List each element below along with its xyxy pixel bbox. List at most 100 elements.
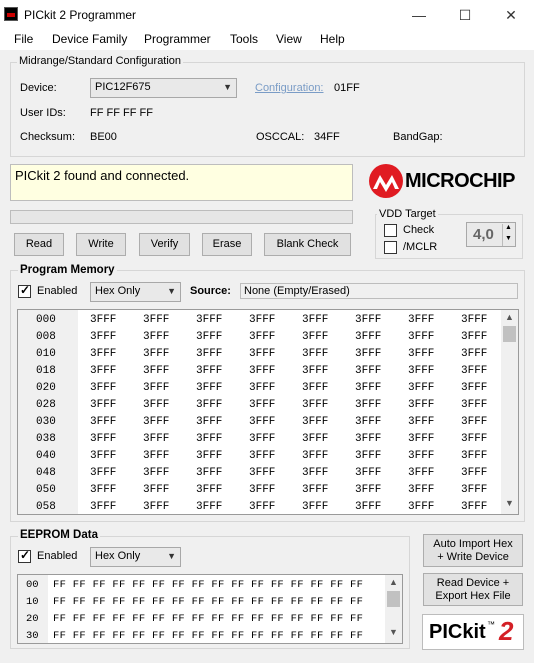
memory-cell[interactable]: 3FFF [249,331,275,343]
memory-cell[interactable]: 3FFF [461,467,487,479]
blank-check-button[interactable]: Blank Check [264,233,351,256]
memory-cell[interactable]: 3FFF [143,416,169,428]
memory-cell[interactable]: 3FFF [355,399,381,411]
menu-file[interactable]: File [14,32,33,46]
menu-tools[interactable]: Tools [230,32,258,46]
program-memory-enabled-checkbox[interactable] [18,283,31,298]
memory-cell[interactable]: 3FFF [249,484,275,496]
close-button[interactable]: ✕ [488,0,534,30]
memory-cell[interactable]: 3FFF [196,382,222,394]
vdd-voltage-stepper[interactable]: 4,0 ▲ ▼ [466,222,516,247]
memory-cell[interactable]: 3FFF [196,433,222,445]
memory-cell[interactable]: 3FFF [143,314,169,326]
menu-device-family[interactable]: Device Family [52,32,127,46]
minimize-button[interactable]: — [396,0,442,30]
memory-cell[interactable]: 3FFF [302,450,328,462]
memory-cell[interactable]: 3FFF [249,382,275,394]
memory-cell[interactable]: 3FFF [143,501,169,513]
memory-cell[interactable]: 3FFF [355,433,381,445]
eeprom-cells[interactable]: FF FF FF FF FF FF FF FF FF FF FF FF FF F… [53,630,363,642]
memory-cell[interactable]: 3FFF [196,314,222,326]
stepper-down-icon[interactable]: ▼ [502,235,514,246]
memory-cell[interactable]: 3FFF [302,348,328,360]
memory-cell[interactable]: 3FFF [408,331,434,343]
memory-cell[interactable]: 3FFF [196,399,222,411]
menu-programmer[interactable]: Programmer [144,32,211,46]
memory-cell[interactable]: 3FFF [461,331,487,343]
memory-cell[interactable]: 3FFF [249,399,275,411]
memory-cell[interactable]: 3FFF [196,484,222,496]
eeprom-scrollbar[interactable]: ▲ ▼ [385,575,402,643]
memory-cell[interactable]: 3FFF [249,416,275,428]
scroll-thumb[interactable] [503,326,516,342]
mclr-checkbox[interactable] [384,241,397,254]
configuration-link[interactable]: Configuration: [255,82,324,94]
memory-cell[interactable]: 3FFF [249,365,275,377]
scroll-thumb[interactable] [387,591,400,607]
memory-cell[interactable]: 3FFF [249,433,275,445]
memory-cell[interactable]: 3FFF [143,382,169,394]
menu-help[interactable]: Help [320,32,345,46]
memory-cell[interactable]: 3FFF [461,416,487,428]
memory-cell[interactable]: 3FFF [355,348,381,360]
memory-cell[interactable]: 3FFF [143,467,169,479]
memory-cell[interactable]: 3FFF [355,365,381,377]
memory-cell[interactable]: 3FFF [302,365,328,377]
memory-cell[interactable]: 3FFF [143,331,169,343]
memory-cell[interactable]: 3FFF [143,399,169,411]
eeprom-cells[interactable]: FF FF FF FF FF FF FF FF FF FF FF FF FF F… [53,613,363,625]
memory-cell[interactable]: 3FFF [408,484,434,496]
memory-cell[interactable]: 3FFF [461,348,487,360]
erase-button[interactable]: Erase [202,233,252,256]
memory-cell[interactable]: 3FFF [355,501,381,513]
memory-cell[interactable]: 3FFF [143,484,169,496]
memory-cell[interactable]: 3FFF [461,433,487,445]
memory-cell[interactable]: 3FFF [408,399,434,411]
memory-cell[interactable]: 3FFF [90,433,116,445]
memory-cell[interactable]: 3FFF [355,450,381,462]
memory-cell[interactable]: 3FFF [90,365,116,377]
memory-cell[interactable]: 3FFF [461,484,487,496]
scroll-down-icon[interactable]: ▼ [501,498,518,512]
memory-cell[interactable]: 3FFF [196,416,222,428]
memory-cell[interactable]: 3FFF [196,467,222,479]
memory-cell[interactable]: 3FFF [302,331,328,343]
memory-cell[interactable]: 3FFF [461,365,487,377]
stepper-up-icon[interactable]: ▲ [502,224,514,235]
eeprom-grid[interactable]: 00 FF FF FF FF FF FF FF FF FF FF FF FF FF… [17,574,403,644]
memory-cell[interactable]: 3FFF [90,501,116,513]
eeprom-enabled-checkbox[interactable] [18,548,31,563]
program-memory-mode-select[interactable]: Hex Only ▼ [90,282,181,302]
memory-cell[interactable]: 3FFF [90,467,116,479]
memory-cell[interactable]: 3FFF [355,484,381,496]
memory-cell[interactable]: 3FFF [302,433,328,445]
memory-cell[interactable]: 3FFF [143,365,169,377]
read-button[interactable]: Read [14,233,64,256]
memory-cell[interactable]: 3FFF [302,416,328,428]
memory-cell[interactable]: 3FFF [408,348,434,360]
memory-cell[interactable]: 3FFF [196,348,222,360]
memory-cell[interactable]: 3FFF [355,331,381,343]
memory-cell[interactable]: 3FFF [302,467,328,479]
memory-cell[interactable]: 3FFF [355,467,381,479]
memory-cell[interactable]: 3FFF [408,382,434,394]
memory-cell[interactable]: 3FFF [408,416,434,428]
memory-cell[interactable]: 3FFF [408,433,434,445]
memory-cell[interactable]: 3FFF [249,450,275,462]
memory-cell[interactable]: 3FFF [90,348,116,360]
vdd-check-checkbox[interactable] [384,224,397,237]
memory-cell[interactable]: 3FFF [302,484,328,496]
memory-cell[interactable]: 3FFF [461,501,487,513]
program-memory-scrollbar[interactable]: ▲ ▼ [501,310,518,514]
memory-cell[interactable]: 3FFF [90,314,116,326]
memory-cell[interactable]: 3FFF [302,382,328,394]
memory-cell[interactable]: 3FFF [143,450,169,462]
memory-cell[interactable]: 3FFF [143,433,169,445]
memory-cell[interactable]: 3FFF [249,314,275,326]
memory-cell[interactable]: 3FFF [461,314,487,326]
memory-cell[interactable]: 3FFF [90,382,116,394]
memory-cell[interactable]: 3FFF [355,382,381,394]
memory-cell[interactable]: 3FFF [196,450,222,462]
memory-cell[interactable]: 3FFF [196,501,222,513]
memory-cell[interactable]: 3FFF [355,314,381,326]
